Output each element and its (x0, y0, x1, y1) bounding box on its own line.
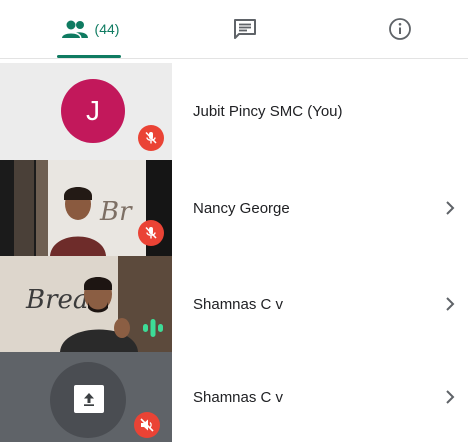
participant-name: Nancy George (193, 199, 290, 217)
background-lettering: Br (99, 197, 133, 227)
volume-off-icon (134, 412, 160, 438)
info-icon (388, 17, 412, 41)
tab-chat[interactable] (200, 0, 290, 58)
mic-off-icon (138, 220, 164, 246)
chevron-right-icon[interactable] (440, 198, 460, 218)
tab-people[interactable]: (44) (40, 0, 140, 58)
screen-share-tile (0, 352, 172, 442)
participant-row[interactable]: Brea Shamnas C v (0, 256, 468, 352)
participant-count: (44) (94, 21, 120, 37)
mic-off-icon (138, 125, 164, 151)
active-tab-indicator (57, 55, 121, 58)
background-lettering: Brea (25, 285, 88, 315)
participant-row[interactable]: Shamnas C v (0, 352, 468, 442)
meeting-panel: (44) J Jubit Pincy SMC (You) Br Nancy Ge… (0, 0, 468, 442)
tab-bar: (44) (0, 0, 468, 59)
screen-share-icon (74, 385, 104, 413)
participant-row[interactable]: J Jubit Pincy SMC (You) (0, 63, 468, 160)
participant-name: Shamnas C v (193, 388, 284, 406)
participant-name: Shamnas C v (193, 295, 284, 313)
participant-tile: J (0, 63, 172, 160)
participant-list: J Jubit Pincy SMC (You) Br Nancy George … (0, 63, 468, 442)
participant-name: Jubit Pincy SMC (You) (193, 103, 343, 120)
participant-row[interactable]: Br Nancy George (0, 160, 468, 256)
chevron-right-icon[interactable] (440, 387, 460, 407)
avatar: J (61, 79, 125, 143)
participant-video: Brea (0, 256, 172, 352)
people-icon (61, 19, 89, 39)
chevron-right-icon[interactable] (440, 294, 460, 314)
tab-info[interactable] (360, 0, 440, 58)
speaking-indicator-icon (142, 318, 164, 338)
chat-icon (233, 18, 257, 40)
participant-video: Br (0, 160, 172, 256)
